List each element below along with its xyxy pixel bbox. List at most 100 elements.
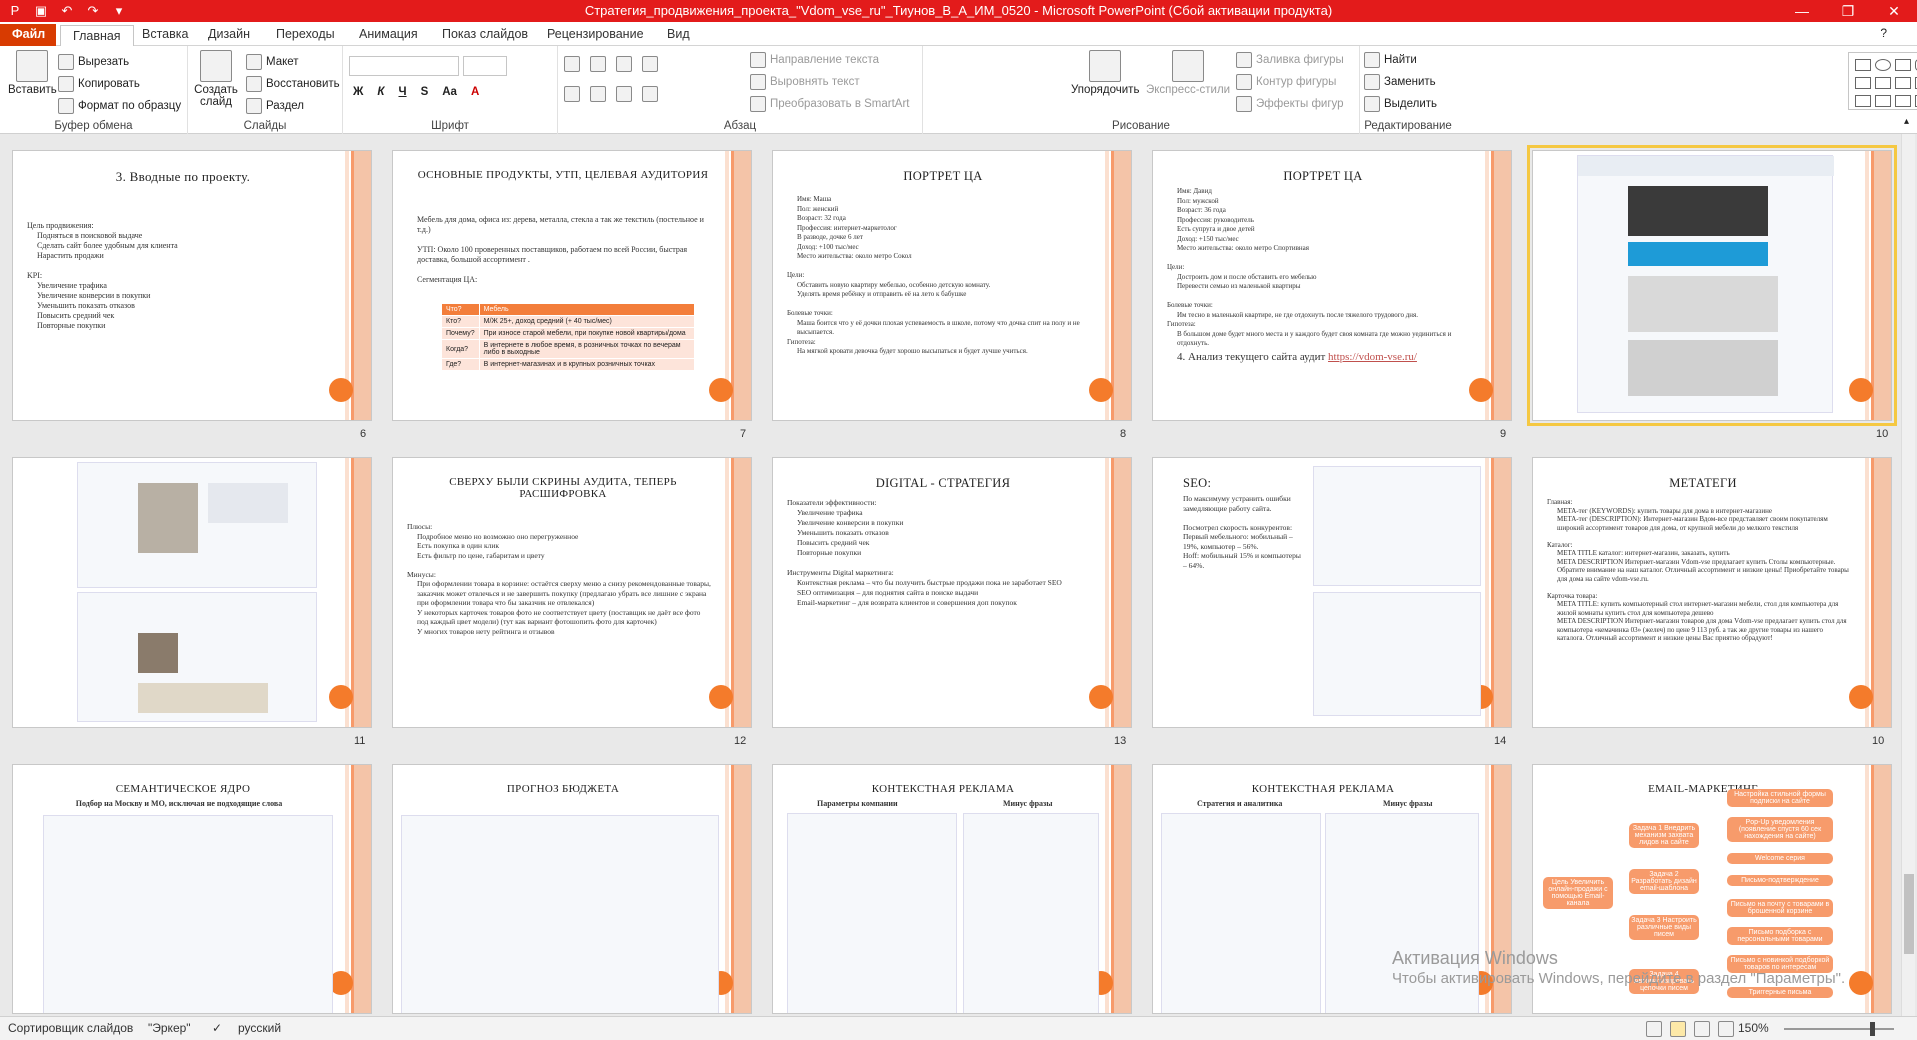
redo-icon[interactable]: ↷ [84,2,102,20]
text-line: Увеличение трафика [37,281,107,290]
new-slide-label: Создать слайд [194,84,238,108]
tab-insert[interactable]: Вставка [130,24,200,46]
select-button[interactable]: Выделить [1364,96,1437,112]
tab-review[interactable]: Рецензирование [535,24,656,46]
text-line: Имя: Давид [1177,187,1212,195]
text-line: Болевые точки: [787,309,833,317]
text-line: Уменьшить показать отказов [797,528,889,537]
normal-view-icon[interactable] [1646,1021,1662,1037]
scrollbar-thumb[interactable] [1904,874,1914,954]
shape-effects-button[interactable]: Эффекты фигур [1236,96,1344,112]
tab-design[interactable]: Дизайн [196,24,262,46]
slide-sorter: 3. Вводные по проекту. Цель продвижения:… [0,134,1917,1016]
app-icon[interactable]: P [6,2,24,20]
align-right-icon[interactable] [616,86,632,102]
zoom-slider-thumb[interactable] [1870,1022,1875,1036]
slide-thumbnail[interactable]: Портрет ЦА Имя: Маша Пол: женский Возрас… [772,150,1132,421]
undo-icon[interactable]: ↶ [58,2,76,20]
indent-more-icon[interactable] [642,56,658,72]
minimize-icon[interactable]: — [1779,0,1825,22]
table-cell: В интернет-магазинах и в крупных розничн… [478,358,696,371]
slide-thumbnail[interactable]: Метатеги Главная: META-тег (KEYWORDS): к… [1532,457,1892,728]
slide-thumbnail[interactable]: SEO: По максимуму устранить ошибки замед… [1152,457,1512,728]
collapse-ribbon-icon[interactable]: ▴ [1904,116,1909,127]
slide-thumbnail[interactable]: Портрет ЦА Имя: Давид Пол: мужской Возра… [1152,150,1512,421]
italic-icon[interactable]: К [377,86,384,98]
bold-icon[interactable]: Ж [353,86,363,98]
shape-fill-button[interactable]: Заливка фигуры [1236,52,1344,68]
slide-thumbnail[interactable] [12,457,372,728]
slide-title: Прогноз бюджета [506,783,620,795]
text-direction-button[interactable]: Направление текста [750,52,879,68]
align-left-icon[interactable] [564,86,580,102]
paste-button[interactable]: Вставить [8,50,57,96]
shape-effects-label: Эффекты фигур [1256,98,1344,110]
save-icon[interactable]: ▣ [32,2,50,20]
customize-qat-icon[interactable]: ▾ [110,2,128,20]
replace-button[interactable]: Заменить [1364,74,1436,90]
shape-outline-button[interactable]: Контур фигуры [1236,74,1336,90]
bullets-icon[interactable] [564,56,580,72]
strike-icon[interactable]: S [421,86,429,98]
align-center-icon[interactable] [590,86,606,102]
text-line: Место жительства: около метро Спортивная [1177,244,1309,252]
quick-styles-button[interactable]: Экспресс-стили [1146,50,1230,96]
tab-file[interactable]: Файл [0,24,56,46]
align-text-button[interactable]: Выровнять текст [750,74,860,90]
layout-button[interactable]: Макет [246,54,299,70]
slideshow-view-icon[interactable] [1718,1021,1734,1037]
section-button[interactable]: Раздел [246,98,304,114]
help-icon[interactable]: ? [1880,26,1887,40]
slide-thumbnail[interactable]: Прогноз бюджета [392,764,752,1014]
slide-thumbnail[interactable]: Семантическое ядро Подбор на Москву и МО… [12,764,372,1014]
spacing-icon[interactable]: Aa [442,86,457,98]
underline-icon[interactable]: Ч [398,86,406,98]
sorter-view-icon[interactable] [1670,1021,1686,1037]
reading-view-icon[interactable] [1694,1021,1710,1037]
align-buttons [564,86,658,102]
smartart-button[interactable]: Преобразовать в SmartArt [750,96,910,112]
slide-number: 13 [1114,735,1127,747]
arrange-button[interactable]: Упорядочить [1071,50,1139,96]
tab-slideshow[interactable]: Показ слайдов [430,24,540,46]
slide-thumbnail[interactable]: Основные продукты, УТП, целевая аудитори… [392,150,752,421]
zoom-level[interactable]: 150% [1738,1021,1769,1035]
numbering-icon[interactable] [590,56,606,72]
tab-view[interactable]: Вид [655,24,702,46]
font-size-combo[interactable] [463,56,507,76]
text-line: Маша боится что у её дочки плохая успева… [797,318,1080,337]
site-link[interactable]: https://vdom-vse.ru/ [1328,351,1417,363]
slide-thumbnail[interactable]: Контекстная реклама Параметры компании М… [772,764,1132,1014]
text-line: Перевести семью из маленькой квартиры [1177,282,1301,290]
find-button[interactable]: Найти [1364,52,1417,68]
slide-thumbnail[interactable]: Digital - стратегия Показатели эффективн… [772,457,1132,728]
reset-button[interactable]: Восстановить [246,76,340,92]
close-icon[interactable]: ✕ [1871,0,1917,22]
slide-title: Семантическое ядро [115,783,251,795]
zoom-slider[interactable] [1784,1028,1894,1030]
find-label: Найти [1384,54,1417,66]
shapes-gallery[interactable] [1848,52,1917,110]
tab-animation[interactable]: Анимация [347,24,430,46]
new-slide-button[interactable]: Создать слайд [194,50,238,108]
tab-transitions[interactable]: Переходы [264,24,347,46]
maximize-icon[interactable]: ❐ [1825,0,1871,22]
slide-thumbnail[interactable]: 3. Вводные по проекту. Цель продвижения:… [12,150,372,421]
tab-home[interactable]: Главная [60,25,134,47]
indent-less-icon[interactable] [616,56,632,72]
cut-button[interactable]: Вырезать [58,54,129,70]
justify-icon[interactable] [642,86,658,102]
slide-thumbnail-selected[interactable] [1527,145,1897,426]
text-line: Место жительства: около метро Сокол [797,252,912,260]
slide-thumbnail[interactable]: Сверху были скрины аудита, теперь расшиф… [392,457,752,728]
group-label: Слайды [243,120,287,132]
vertical-scrollbar[interactable] [1901,134,1915,1016]
font-family-combo[interactable] [349,56,459,76]
format-painter-button[interactable]: Формат по образцу [58,98,181,114]
activation-watermark: Активация Windows [1392,948,1558,968]
language-label[interactable]: русский [238,1021,281,1035]
spellcheck-icon[interactable]: ✓ [212,1021,222,1035]
activation-watermark-sub: Чтобы активировать Windows, перейдите в … [1392,970,1846,987]
copy-button[interactable]: Копировать [58,76,140,92]
font-color-icon[interactable]: A [471,86,479,98]
